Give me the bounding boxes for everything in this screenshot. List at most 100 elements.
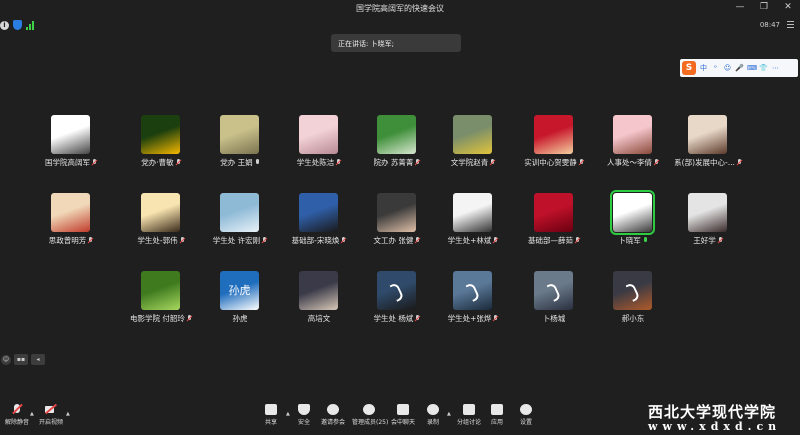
close-icon[interactable]: ✕ bbox=[782, 2, 794, 12]
share-icon bbox=[265, 404, 277, 415]
participant-name-text: 系(部)发展中心-... bbox=[674, 158, 735, 167]
participant-name-text: 学生处+张烨 bbox=[447, 314, 492, 323]
info-icon[interactable]: i bbox=[0, 20, 9, 30]
ime-logo-icon[interactable]: S bbox=[682, 61, 696, 75]
ime-emoji-icon[interactable]: ☺ bbox=[723, 64, 732, 73]
participant-name-text: 党办 王娟 bbox=[220, 158, 253, 167]
ime-punct-icon[interactable]: ᵒ bbox=[711, 64, 720, 73]
participant-tile[interactable]: 学生处+张烨 bbox=[428, 271, 518, 333]
participant-name: 学生处+张烨 bbox=[428, 313, 518, 324]
left-tools: ☺ ▪▪ ◂ bbox=[1, 354, 45, 365]
mic-muted-icon bbox=[575, 237, 580, 244]
participant-name: 学生处-郭伟 bbox=[116, 235, 206, 246]
participant-name: 卜杨城 bbox=[509, 313, 599, 324]
emoji-icon[interactable]: ☺ bbox=[1, 354, 11, 365]
participant-avatar bbox=[141, 193, 180, 232]
participant-name: 思政曾明芳 bbox=[26, 235, 116, 246]
mic-off-icon bbox=[11, 404, 23, 415]
participant-tile[interactable]: 基础部—薛茹 bbox=[509, 193, 599, 255]
participant-name-text: 思政曾明芳 bbox=[48, 236, 87, 245]
participant-tile[interactable]: 学生处+林斌 bbox=[428, 193, 518, 255]
participant-tile[interactable]: 电影学院 付韶玲 bbox=[116, 271, 206, 333]
participant-tile[interactable]: 学生处陈洁 bbox=[274, 115, 364, 177]
participant-name-text: 学生处陈洁 bbox=[296, 158, 335, 167]
participant-name-text: 学生处 许宏刚 bbox=[212, 236, 261, 245]
participant-tile[interactable]: 基础部-宋晓焕 bbox=[274, 193, 364, 255]
watermark-text: 西北大学现代学院 bbox=[648, 403, 777, 421]
participant-tile[interactable]: 王好学 bbox=[663, 193, 753, 255]
phone-icon bbox=[547, 282, 560, 299]
apps-icon bbox=[491, 404, 503, 415]
record-button[interactable]: 录制 bbox=[416, 404, 450, 426]
participant-name: 党办 王娟 bbox=[195, 157, 285, 168]
camera-off-icon bbox=[45, 404, 57, 415]
ime-mode-icon[interactable]: 中 bbox=[699, 64, 708, 73]
mic-muted-icon bbox=[718, 237, 723, 244]
participant-avatar bbox=[51, 193, 90, 232]
participant-tile[interactable]: 学生处 许宏刚 bbox=[195, 193, 285, 255]
phone-icon bbox=[390, 282, 403, 299]
participant-tile[interactable]: 党办·曹敏 bbox=[116, 115, 206, 177]
participant-tile[interactable]: 国学院高阔军 bbox=[26, 115, 116, 177]
start-video-button[interactable]: 开启视频 bbox=[34, 404, 68, 426]
participant-avatar bbox=[534, 193, 573, 232]
participant-name-text: 卜晓军 bbox=[618, 236, 641, 245]
video-options-caret[interactable]: ▲ bbox=[66, 411, 70, 417]
mic-icon bbox=[643, 237, 648, 244]
mic-muted-icon bbox=[654, 159, 659, 166]
participant-name: 学生处+林斌 bbox=[428, 235, 518, 246]
participant-tile[interactable]: 孙虎 孙虎 bbox=[195, 271, 285, 333]
participant-name: 党办·曹敏 bbox=[116, 157, 206, 168]
mic-muted-icon bbox=[415, 315, 420, 322]
record-options-caret[interactable]: ▲ bbox=[447, 411, 451, 417]
minimize-icon[interactable]: — bbox=[734, 2, 746, 12]
mic-muted-icon bbox=[92, 159, 97, 166]
signal-icon[interactable] bbox=[26, 20, 34, 30]
invite-button[interactable]: 邀请参会 bbox=[316, 404, 350, 426]
participant-avatar bbox=[299, 271, 338, 310]
ime-more-icon[interactable]: ⋯ bbox=[771, 64, 780, 73]
participant-name: 学生处陈洁 bbox=[274, 157, 364, 168]
participant-tile[interactable]: 系(部)发展中心-... bbox=[663, 115, 753, 177]
start-video-label: 开启视频 bbox=[38, 419, 63, 426]
chat-button[interactable]: 会中聊天 bbox=[386, 404, 420, 426]
collapse-icon[interactable]: ◂ bbox=[31, 354, 45, 365]
mic-muted-icon bbox=[493, 237, 498, 244]
ime-keyboard-icon[interactable]: ⌨ bbox=[747, 64, 757, 73]
participant-tile[interactable]: 高培文 bbox=[274, 271, 364, 333]
participant-name: 基础部—薛茹 bbox=[509, 235, 599, 246]
participant-tile[interactable]: 实训中心贺雯静 bbox=[509, 115, 599, 177]
participant-avatar bbox=[453, 115, 492, 154]
share-button[interactable]: 共享 bbox=[254, 404, 288, 426]
shield-icon[interactable] bbox=[13, 20, 22, 30]
participant-name: 高培文 bbox=[274, 313, 364, 324]
participant-tile[interactable]: 郝小东 bbox=[588, 271, 678, 333]
participant-tile[interactable]: 卜杨城 bbox=[509, 271, 599, 333]
record-label: 录制 bbox=[426, 419, 439, 426]
participant-name: 文学院赵青 bbox=[428, 157, 518, 168]
participant-avatar bbox=[141, 115, 180, 154]
participant-tile[interactable]: 思政曾明芳 bbox=[26, 193, 116, 255]
menu-icon[interactable] bbox=[787, 21, 794, 28]
invite-label: 邀请参会 bbox=[320, 419, 345, 426]
breakout-icon bbox=[463, 404, 475, 415]
phone-icon bbox=[626, 282, 639, 299]
settings-button[interactable]: 设置 bbox=[509, 404, 543, 426]
ime-voice-icon[interactable]: 🎤 bbox=[735, 64, 744, 73]
participant-tile[interactable]: 党办 王娟 bbox=[195, 115, 285, 177]
chat-icon[interactable]: ▪▪ bbox=[14, 354, 28, 365]
chat-bubble-icon bbox=[397, 404, 409, 415]
participant-avatar bbox=[299, 193, 338, 232]
restore-icon[interactable]: ❐ bbox=[758, 2, 770, 12]
participant-tile[interactable]: 文学院赵青 bbox=[428, 115, 518, 177]
unmute-button[interactable]: 解除静音 bbox=[0, 404, 34, 426]
participant-avatar bbox=[220, 193, 259, 232]
participant-avatar: 孙虎 bbox=[220, 271, 259, 310]
participant-name-text: 电影学院 付韶玲 bbox=[130, 314, 185, 323]
participants-button[interactable]: 管理成员(25) bbox=[352, 404, 388, 426]
participant-name-text: 学生处-郭伟 bbox=[137, 236, 178, 245]
ime-skin-icon[interactable]: 👕 bbox=[759, 64, 768, 73]
participant-tile[interactable]: 学生处-郭伟 bbox=[116, 193, 206, 255]
participant-name: 王好学 bbox=[663, 235, 753, 246]
participant-avatar bbox=[51, 115, 90, 154]
